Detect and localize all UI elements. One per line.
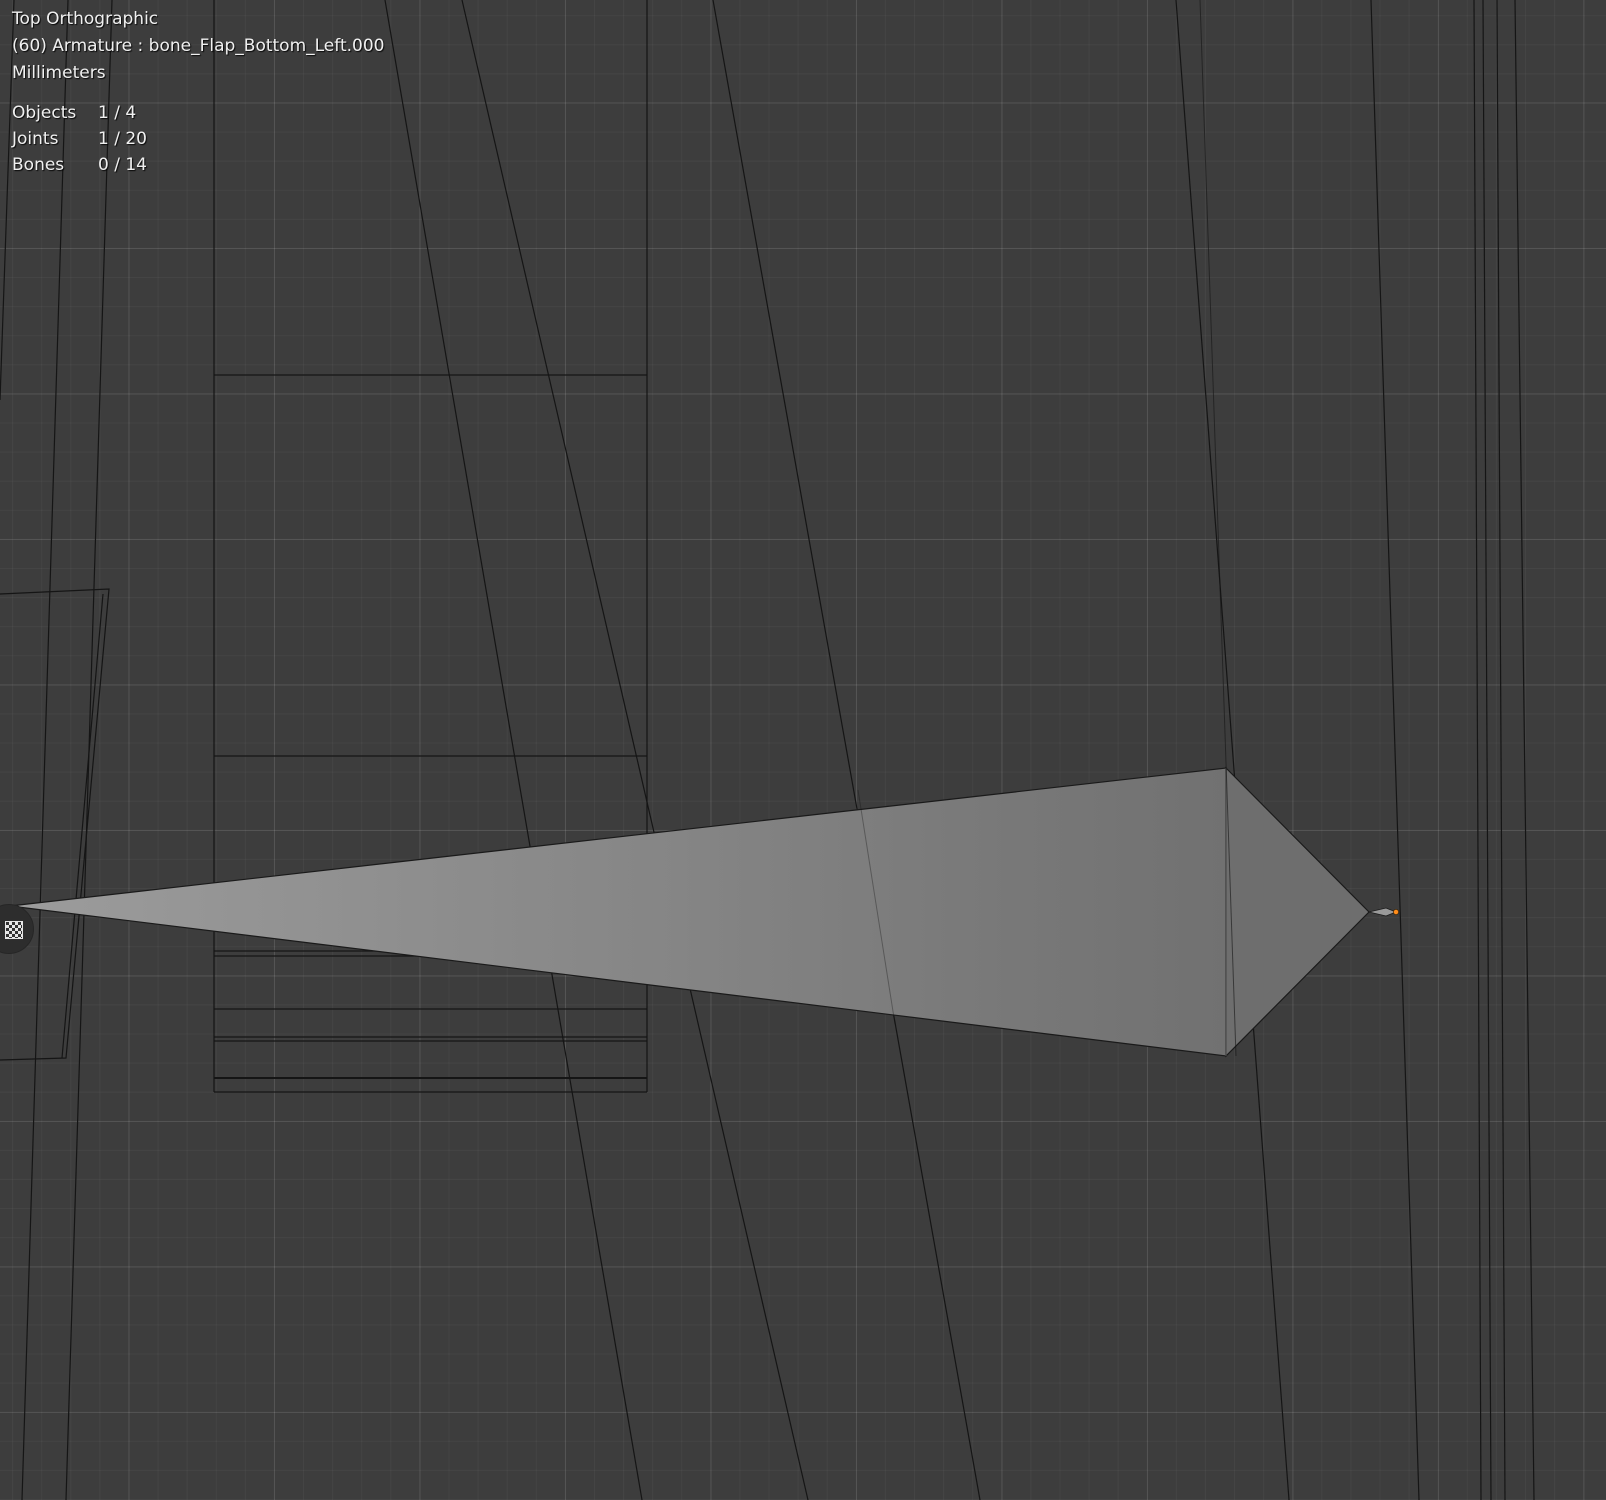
stat-label: Objects (12, 103, 77, 123)
viewport-text-overlay: Top Orthographic (60) Armature : bone_Fl… (12, 6, 384, 178)
stat-value: 1 / 20 (98, 129, 147, 149)
stat-label: Bones (12, 155, 65, 175)
selected-joint (1393, 909, 1399, 915)
scene-statistics: Objects 1 / 4 Joints 1 / 20 Bones 0 / 14 (12, 100, 384, 178)
viewport-scene[interactable] (0, 0, 1606, 1500)
stat-value: 0 / 14 (98, 155, 147, 175)
stat-joints: Joints 1 / 20 (12, 126, 384, 152)
selected-bone[interactable] (1368, 907, 1399, 917)
stat-value: 1 / 4 (98, 103, 137, 123)
3d-viewport[interactable]: Top Orthographic (60) Armature : bone_Fl… (0, 0, 1606, 1500)
checker-gizmo-icon (5, 921, 23, 939)
unit-system: Millimeters (12, 63, 106, 83)
wireframe-mesh (0, 0, 1535, 1500)
view-name: Top Orthographic (12, 9, 159, 29)
stat-objects: Objects 1 / 4 (12, 100, 384, 126)
active-object-info: (60) Armature : bone_Flap_Bottom_Left.00… (12, 36, 385, 56)
stat-label: Joints (12, 129, 59, 149)
stat-bones: Bones 0 / 14 (12, 152, 384, 178)
